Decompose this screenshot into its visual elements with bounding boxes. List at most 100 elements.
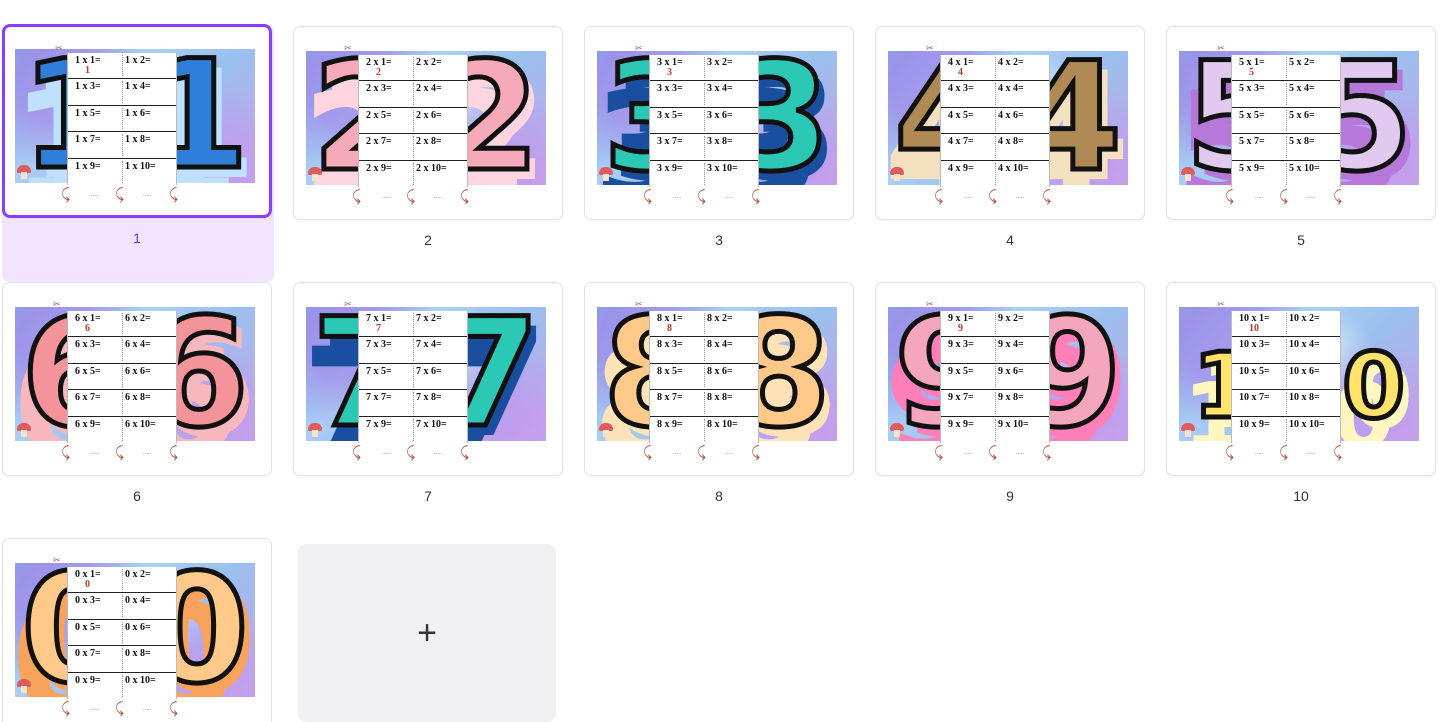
page-thumbnail-6[interactable]: 66✂6 x 1=6 x 2=66 x 3=6 x 4=6 x 5=6 x 6=… [2,282,274,504]
fact-right: 4 x 2= [998,57,1024,68]
fact-left: 9 x 3= [948,339,974,351]
fold-arrow-icon: ⤹ [697,188,707,205]
fact-right: 9 x 8= [998,392,1024,404]
fold-arrow-icon: ⤹ [352,188,362,205]
page-thumbnail-5[interactable]: 55✂5 x 1=5 x 2=55 x 3=5 x 4=5 x 5=5 x 6=… [1166,26,1438,248]
fact-right: 6 x 2= [125,313,151,324]
scissors-icon: ✂ [926,299,934,309]
flashcard-row: 10 x 7= 10 x 8= [1232,390,1340,417]
flashcard-row: 2 x 9= 2 x 10= [359,161,467,187]
page-thumbnail-1[interactable]: 11✂1 x 1=1 x 2=11 x 3=1 x 4=1 x 5=1 x 6=… [2,24,274,282]
fact-right: 4 x 8= [998,136,1024,148]
flashcard-row: 9 x 9= 9 x 10= [941,417,1049,443]
page-card[interactable]: 22✂2 x 1=2 x 2=22 x 3=2 x 4=2 x 5=2 x 6=… [293,26,563,220]
fold-label: ····· [673,451,682,457]
page-number: 5 [1297,232,1305,248]
fold-arrow-icon: ⤹ [988,444,998,461]
fact-left: 10 x 9= [1239,418,1270,430]
answer-hint: 7 [376,323,381,334]
fact-right: 8 x 10= [707,418,738,430]
plus-icon: + [417,613,437,652]
page-thumbnail-9[interactable]: 99✂9 x 1=9 x 2=99 x 3=9 x 4=9 x 5=9 x 6=… [875,282,1147,504]
fold-label: ····· [725,451,734,457]
page-thumbnail-3[interactable]: 33✂3 x 1=3 x 2=33 x 3=3 x 4=3 x 5=3 x 6=… [584,26,856,248]
fold-arrow-icon: ⤹ [61,700,71,717]
fold-arrow-icon: ⤹ [934,444,944,461]
fact-left: 10 x 7= [1239,392,1270,404]
flashcard-row: 4 x 5= 4 x 6= [941,108,1049,135]
page-number: 2 [424,232,432,248]
page-card[interactable]: 88✂8 x 1=8 x 2=88 x 3=8 x 4=8 x 5=8 x 6=… [584,282,854,476]
fold-instructions: ⤹ ····· ⤹ ····· ⤹ [934,443,1051,467]
fold-label: ····· [1016,195,1025,201]
flashcard-strip: 6 x 1= 6 x 2= 6 6 x 3= 6 x 4= 6 x 5= 6 x 6= 6 x… [67,311,177,443]
page-card[interactable]: 00✂0 x 1=0 x 2=00 x 3=0 x 4=0 x 5=0 x 6=… [2,538,272,722]
fact-left: 4 x 7= [948,136,974,148]
flashcard-row: 7 x 7= 7 x 8= [359,390,467,417]
fact-right: 7 x 6= [416,365,442,377]
flashcard-row: 0 x 1= 0 x 2= 0 [68,567,176,594]
fact-right: 10 x 6= [1289,365,1320,377]
page-card[interactable]: 99✂9 x 1=9 x 2=99 x 3=9 x 4=9 x 5=9 x 6=… [875,282,1145,476]
flashcard-row: 6 x 7= 6 x 8= [68,390,176,417]
page-thumbnail-8[interactable]: 88✂8 x 1=8 x 2=88 x 3=8 x 4=8 x 5=8 x 6=… [584,282,856,504]
flashcard-row: 9 x 7= 9 x 8= [941,390,1049,417]
scissors-icon: ✂ [344,43,352,53]
fact-left: 6 x 5= [75,365,101,377]
answer-hint: 6 [85,323,90,334]
flashcard-strip: 10 x 1= 10 x 2= 10 10 x 3= 10 x 4= 10 x 5= 10 … [1231,311,1341,443]
page-thumbnail-10[interactable]: 1 0 ✂ 10 x 1= 10 x 2= 10 10 x 3= 10 x 4= 10 x 5=… [1166,282,1438,504]
fold-arrow-icon: ⤹ [934,188,944,205]
page-card[interactable]: 11✂1 x 1=1 x 2=11 x 3=1 x 4=1 x 5=1 x 6=… [2,24,272,218]
flashcard-row: 1 x 1= 1 x 2= 1 [68,53,176,80]
page-card[interactable]: 66✂6 x 1=6 x 2=66 x 3=6 x 4=6 x 5=6 x 6=… [2,282,272,476]
fact-left: 2 x 5= [366,109,392,121]
page-card[interactable]: 44✂4 x 1=4 x 2=44 x 3=4 x 4=4 x 5=4 x 6=… [875,26,1145,220]
fact-right: 5 x 6= [1289,109,1315,121]
flashcard-strip: 1 x 1= 1 x 2= 1 1 x 3= 1 x 4= 1 x 5= 1 x 6= 1 x… [67,53,177,185]
page-number: 8 [715,488,723,504]
fold-arrow-icon: ⤹ [751,444,761,461]
fold-arrow-icon: ⤹ [61,186,71,203]
fold-arrow-icon: ⤹ [115,444,125,461]
fact-left: 6 x 7= [75,392,101,404]
flashcard-row: 0 x 5= 0 x 6= [68,620,176,647]
fact-right: 6 x 10= [125,418,156,430]
page-card[interactable]: 77✂7 x 1=7 x 2=77 x 3=7 x 4=7 x 5=7 x 6=… [293,282,563,476]
fold-label: ····· [143,707,152,713]
fact-right: 9 x 10= [998,418,1029,430]
scissors-icon: ✂ [55,43,63,53]
fact-left: 6 x 9= [75,418,101,430]
scissors-icon: ✂ [635,43,643,53]
fact-right: 2 x 10= [416,162,447,174]
flashcard-strip: 9 x 1= 9 x 2= 9 9 x 3= 9 x 4= 9 x 5= 9 x 6= 9 x… [940,311,1050,443]
fact-right: 7 x 4= [416,339,442,351]
fact-left: 8 x 7= [657,392,683,404]
fact-right: 3 x 10= [707,162,738,174]
add-page-button[interactable]: + [298,544,556,722]
page-thumbnail-7[interactable]: 77✂7 x 1=7 x 2=77 x 3=7 x 4=7 x 5=7 x 6=… [293,282,565,504]
page-thumbnail-2[interactable]: 22✂2 x 1=2 x 2=22 x 3=2 x 4=2 x 5=2 x 6=… [293,26,565,248]
fold-label: ····· [382,451,391,457]
fact-right: 10 x 10= [1289,418,1325,430]
fold-arrow-icon: ⤹ [406,444,416,461]
flashcard-strip: 4 x 1= 4 x 2= 4 4 x 3= 4 x 4= 4 x 5= 4 x 6= 4 x… [940,55,1050,187]
scissors-icon: ✂ [344,299,352,309]
fold-instructions: ⤹ ····· ⤹ ····· ⤹ [643,187,761,211]
fact-left: 10 x 3= [1239,339,1270,351]
fold-arrow-icon: ⤹ [751,188,761,205]
fold-arrow-icon: ⤹ [643,444,653,461]
fact-right: 0 x 6= [125,621,151,633]
scissors-icon: ✂ [635,299,643,309]
fold-arrow-icon: ⤹ [61,444,71,461]
page-card[interactable]: 55✂5 x 1=5 x 2=55 x 3=5 x 4=5 x 5=5 x 6=… [1166,26,1436,220]
fold-arrow-icon: ⤹ [352,444,362,461]
fact-right: 1 x 10= [125,160,156,172]
page-card[interactable]: 33✂3 x 1=3 x 2=33 x 3=3 x 4=3 x 5=3 x 6=… [584,26,854,220]
fold-arrow-icon: ⤹ [1279,444,1289,461]
flashcard-row: 1 x 9= 1 x 10= [68,159,176,185]
flashcard-row: 6 x 5= 6 x 6= [68,364,176,391]
page-thumbnail-11[interactable]: 00✂0 x 1=0 x 2=00 x 3=0 x 4=0 x 5=0 x 6=… [2,538,274,722]
page-card[interactable]: 1 0 ✂ 10 x 1= 10 x 2= 10 10 x 3= 10 x 4= 10 x 5=… [1166,282,1436,476]
page-thumbnail-4[interactable]: 44✂4 x 1=4 x 2=44 x 3=4 x 4=4 x 5=4 x 6=… [875,26,1147,248]
